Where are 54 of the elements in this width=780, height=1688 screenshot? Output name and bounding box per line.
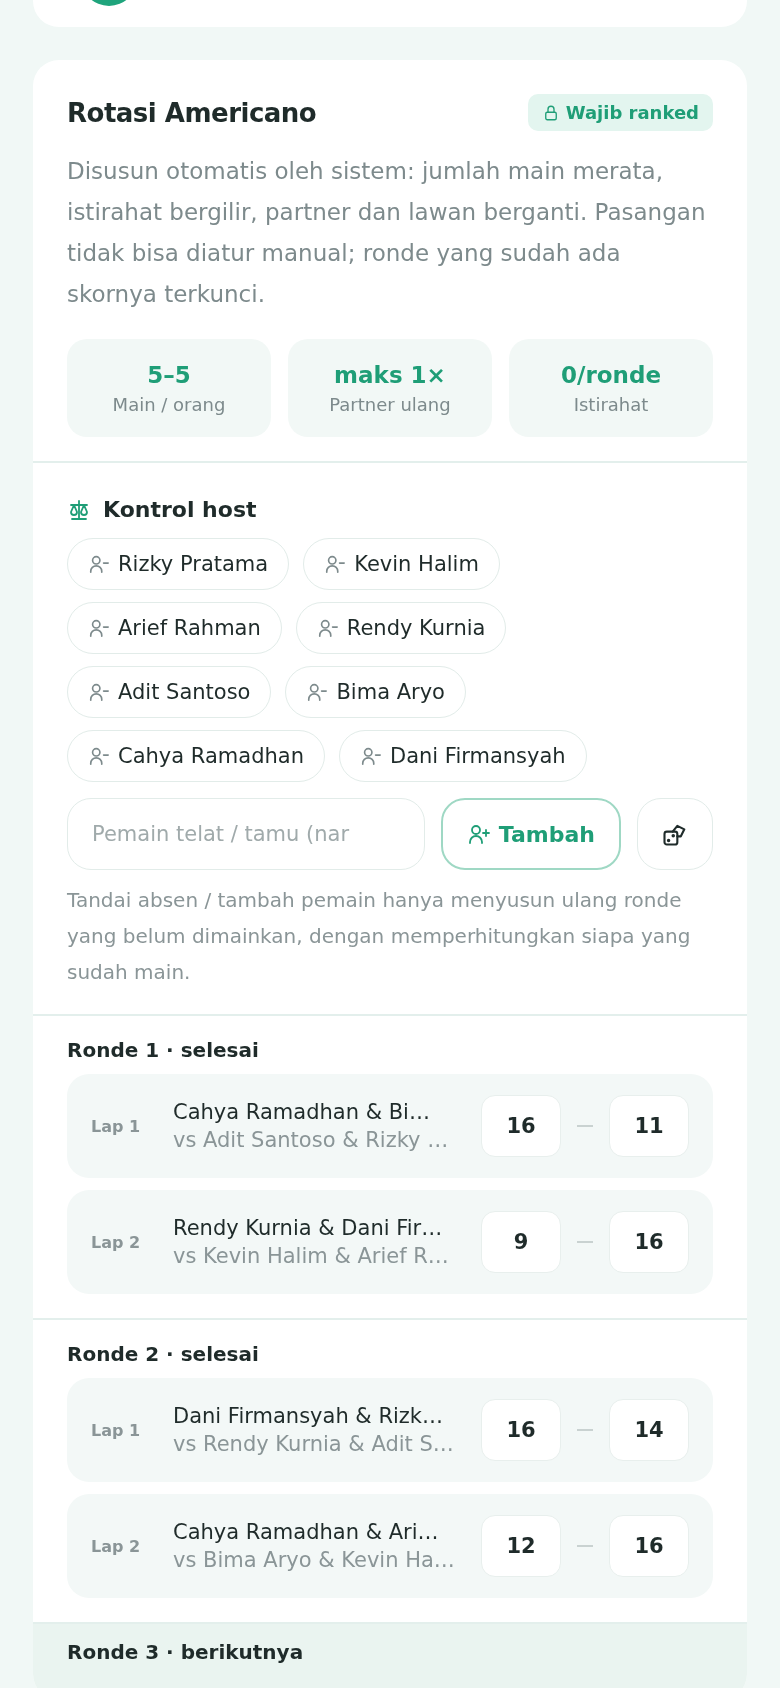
- user-minus-icon: [88, 745, 110, 767]
- score-field[interactable]: 9: [481, 1211, 561, 1273]
- score-field[interactable]: 16: [609, 1211, 689, 1273]
- section-title: Kontrol host: [103, 497, 257, 522]
- score-field[interactable]: 11: [609, 1095, 689, 1157]
- player-input[interactable]: Pemain telat / tamu (nar: [67, 798, 425, 870]
- lap-label: Lap 2: [91, 1232, 142, 1252]
- user-minus-icon: [316, 617, 339, 639]
- player-chip[interactable]: Adit Santoso: [67, 666, 272, 718]
- user-minus-icon: [88, 681, 110, 703]
- round-title: Ronde 1 · selesai: [67, 1038, 260, 1062]
- hint-text: Tandai absen / tambah pemain hanya menyusun ulang ronde yang belum dimainkan, dengan memperhitungkan siapa yang sudah main.: [67, 887, 692, 986]
- stat-label: Istirahat: [573, 393, 649, 415]
- description-text: Disusun otomatis oleh sistem: jumlah main merata, istirahat bergilir, partner dan lawan berganti. Pasangan tidak bisa diatur manual; ronde yang sudah ada skornya terkunci.: [67, 157, 707, 309]
- opponent-names: vs Kevin Halim & Arief R…: [173, 1244, 450, 1268]
- stat-label: Partner ulang: [329, 393, 451, 415]
- opponent-names: vs Rendy Kurnia & Adit S…: [173, 1432, 455, 1456]
- player-chip[interactable]: Kevin Halim: [303, 538, 500, 590]
- player-chip[interactable]: Dani Firmansyah: [338, 730, 587, 782]
- player-chip[interactable]: Rendy Kurnia: [295, 602, 507, 654]
- stat-value: 5–5: [147, 361, 191, 388]
- stat-value: 0/ronde: [561, 361, 661, 388]
- score-field[interactable]: 14: [609, 1399, 689, 1461]
- team-names: Cahya Ramadhan & Ari…: [173, 1520, 440, 1544]
- lap-label: Lap 1: [91, 1116, 142, 1136]
- section-title: Rotasi Americano: [67, 97, 317, 128]
- ranked-badge: Wajib ranked: [527, 94, 713, 131]
- user-minus-icon: [359, 745, 382, 767]
- round-title: Ronde 3 · berikutnya: [67, 1640, 305, 1664]
- round-title: Ronde 2 · selesai: [67, 1342, 260, 1366]
- user-plus-icon: [466, 822, 491, 846]
- score-field[interactable]: 12: [481, 1515, 561, 1577]
- score-field[interactable]: 16: [609, 1515, 689, 1577]
- score-field[interactable]: 16: [481, 1095, 561, 1157]
- shuffle-button[interactable]: [637, 798, 713, 870]
- player-chip[interactable]: Cahya Ramadhan: [67, 730, 325, 782]
- scale-icon: [67, 497, 91, 522]
- user-minus-icon: [88, 553, 110, 575]
- stat-label: Main / orang: [112, 393, 226, 415]
- lap-label: Lap 1: [91, 1420, 142, 1440]
- opponent-names: vs Bima Aryo & Kevin Ha…: [173, 1548, 456, 1572]
- opponent-names: vs Adit Santoso & Rizky …: [173, 1128, 450, 1152]
- user-minus-icon: [306, 681, 329, 703]
- team-names: Rendy Kurnia & Dani Fir…: [173, 1216, 444, 1240]
- player-chip[interactable]: Rizky Pratama: [67, 538, 290, 590]
- user-minus-icon: [324, 553, 347, 575]
- player-chip[interactable]: Arief Rahman: [67, 602, 282, 654]
- lap-label: Lap 2: [91, 1536, 142, 1556]
- team-names: Cahya Ramadhan & Bi…: [173, 1100, 431, 1124]
- score-field[interactable]: 16: [481, 1399, 561, 1461]
- team-names: Dani Firmansyah & Rizk…: [173, 1404, 445, 1428]
- player-chip[interactable]: Bima Aryo: [285, 666, 466, 718]
- stat-value: maks 1×: [334, 361, 446, 388]
- user-minus-icon: [88, 617, 110, 639]
